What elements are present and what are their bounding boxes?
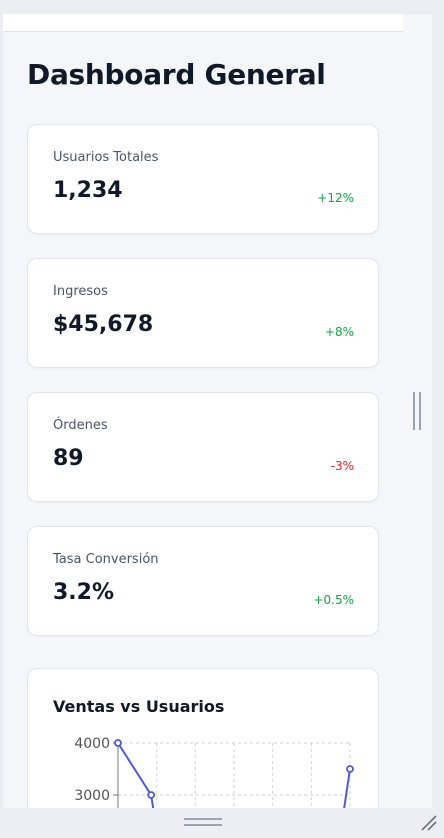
- vertical-drag-handle-icon[interactable]: [413, 392, 421, 430]
- stat-value: 89: [53, 446, 84, 471]
- stat-card-revenue: Ingresos $45,678 +8%: [27, 258, 379, 368]
- dashboard-viewport: Dashboard General Usuarios Totales 1,234…: [3, 14, 432, 808]
- line-chart: 4000 3000: [74, 736, 354, 808]
- series-line: [343, 768, 351, 808]
- horizontal-drag-handle-icon[interactable]: [184, 818, 222, 826]
- stat-change: +8%: [324, 325, 354, 339]
- data-point: [346, 765, 354, 773]
- y-tick-label: 4000: [74, 736, 110, 752]
- stat-card-conversion: Tasa Conversión 3.2% +0.5%: [27, 526, 379, 636]
- stat-value: 1,234: [53, 178, 123, 203]
- data-point: [114, 739, 122, 747]
- stat-card-orders: Órdenes 89 -3%: [27, 392, 379, 502]
- chart-ticks: 4000 3000: [74, 736, 118, 804]
- series-line: [117, 742, 155, 808]
- stat-value: 3.2%: [53, 580, 115, 605]
- stat-label: Ingresos: [53, 284, 108, 299]
- data-point: [147, 791, 156, 799]
- stat-card-users: Usuarios Totales 1,234 +12%: [27, 124, 379, 234]
- chart-card: Ventas vs Usuarios 4000 3000: [27, 668, 379, 808]
- stat-label: Tasa Conversión: [53, 552, 159, 567]
- page-title: Dashboard General: [27, 58, 326, 91]
- stat-change: -3%: [330, 459, 354, 473]
- bottom-bar: [0, 808, 444, 838]
- stat-change: +0.5%: [313, 593, 354, 607]
- stat-value: $45,678: [53, 312, 154, 337]
- stat-label: Usuarios Totales: [53, 150, 159, 165]
- resize-grip-icon[interactable]: [420, 814, 438, 832]
- top-bar: [3, 14, 403, 32]
- stat-label: Órdenes: [53, 418, 108, 433]
- y-tick-label: 3000: [74, 788, 110, 804]
- stat-change: +12%: [317, 191, 354, 205]
